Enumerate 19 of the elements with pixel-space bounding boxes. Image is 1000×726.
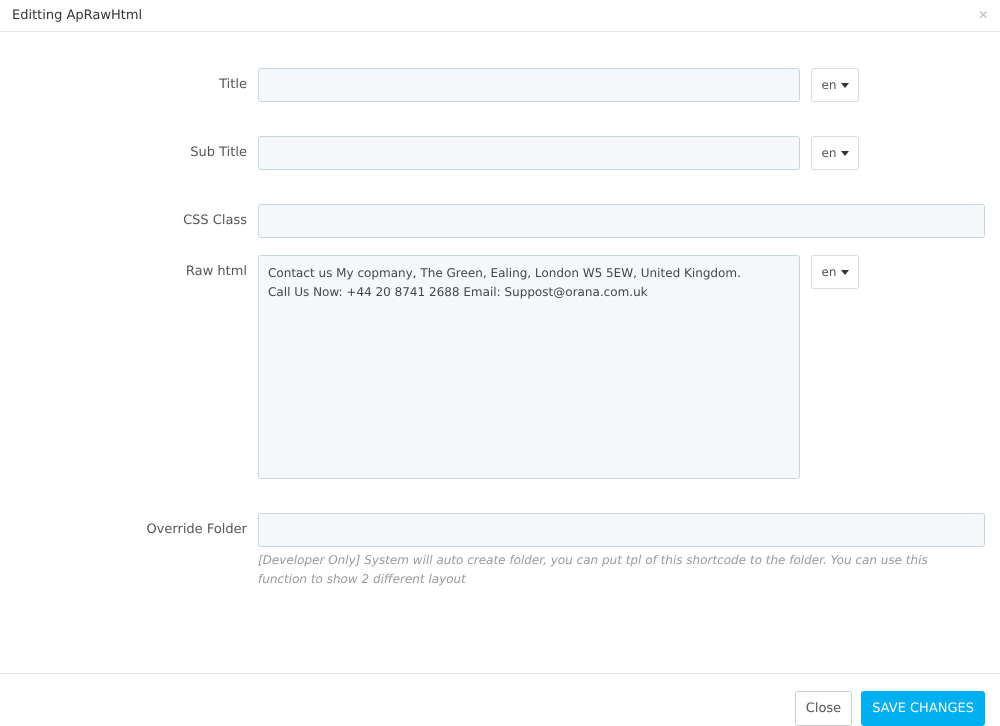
close-button[interactable]: Close bbox=[794, 691, 852, 726]
help-text: [Developer Only] System will auto create folder, you can put tpl of this shortcode to the folder. You can use this function to show 2 different layout bbox=[258, 552, 929, 588]
field-label: CSS Class bbox=[182, 212, 247, 228]
field-label: Override Folder bbox=[145, 521, 247, 537]
text-field[interactable] bbox=[258, 513, 985, 547]
text-field[interactable] bbox=[258, 68, 800, 102]
field-label: Raw html bbox=[184, 263, 247, 279]
caret-icon bbox=[840, 82, 848, 88]
text-field[interactable] bbox=[258, 204, 985, 238]
text-field[interactable] bbox=[258, 136, 800, 170]
caret-icon bbox=[840, 270, 848, 274]
caret-icon bbox=[840, 150, 848, 156]
raw-html-field[interactable]: Contact us My copmany, The Green, Ealing, London W5 5EW, United Kingdom. Call Us Now: +44 20 8741 2688 Email: Suppost@orana.com.uk bbox=[258, 255, 800, 479]
dialog-title: Editting ApRawHtml bbox=[12, 8, 142, 23]
field-label: Title bbox=[218, 76, 247, 92]
field-label: Sub Title bbox=[189, 144, 247, 160]
language-dropdown[interactable]: en bbox=[811, 68, 859, 102]
language-dropdown[interactable]: en bbox=[811, 136, 859, 170]
language-dropdown[interactable]: en bbox=[811, 255, 859, 289]
